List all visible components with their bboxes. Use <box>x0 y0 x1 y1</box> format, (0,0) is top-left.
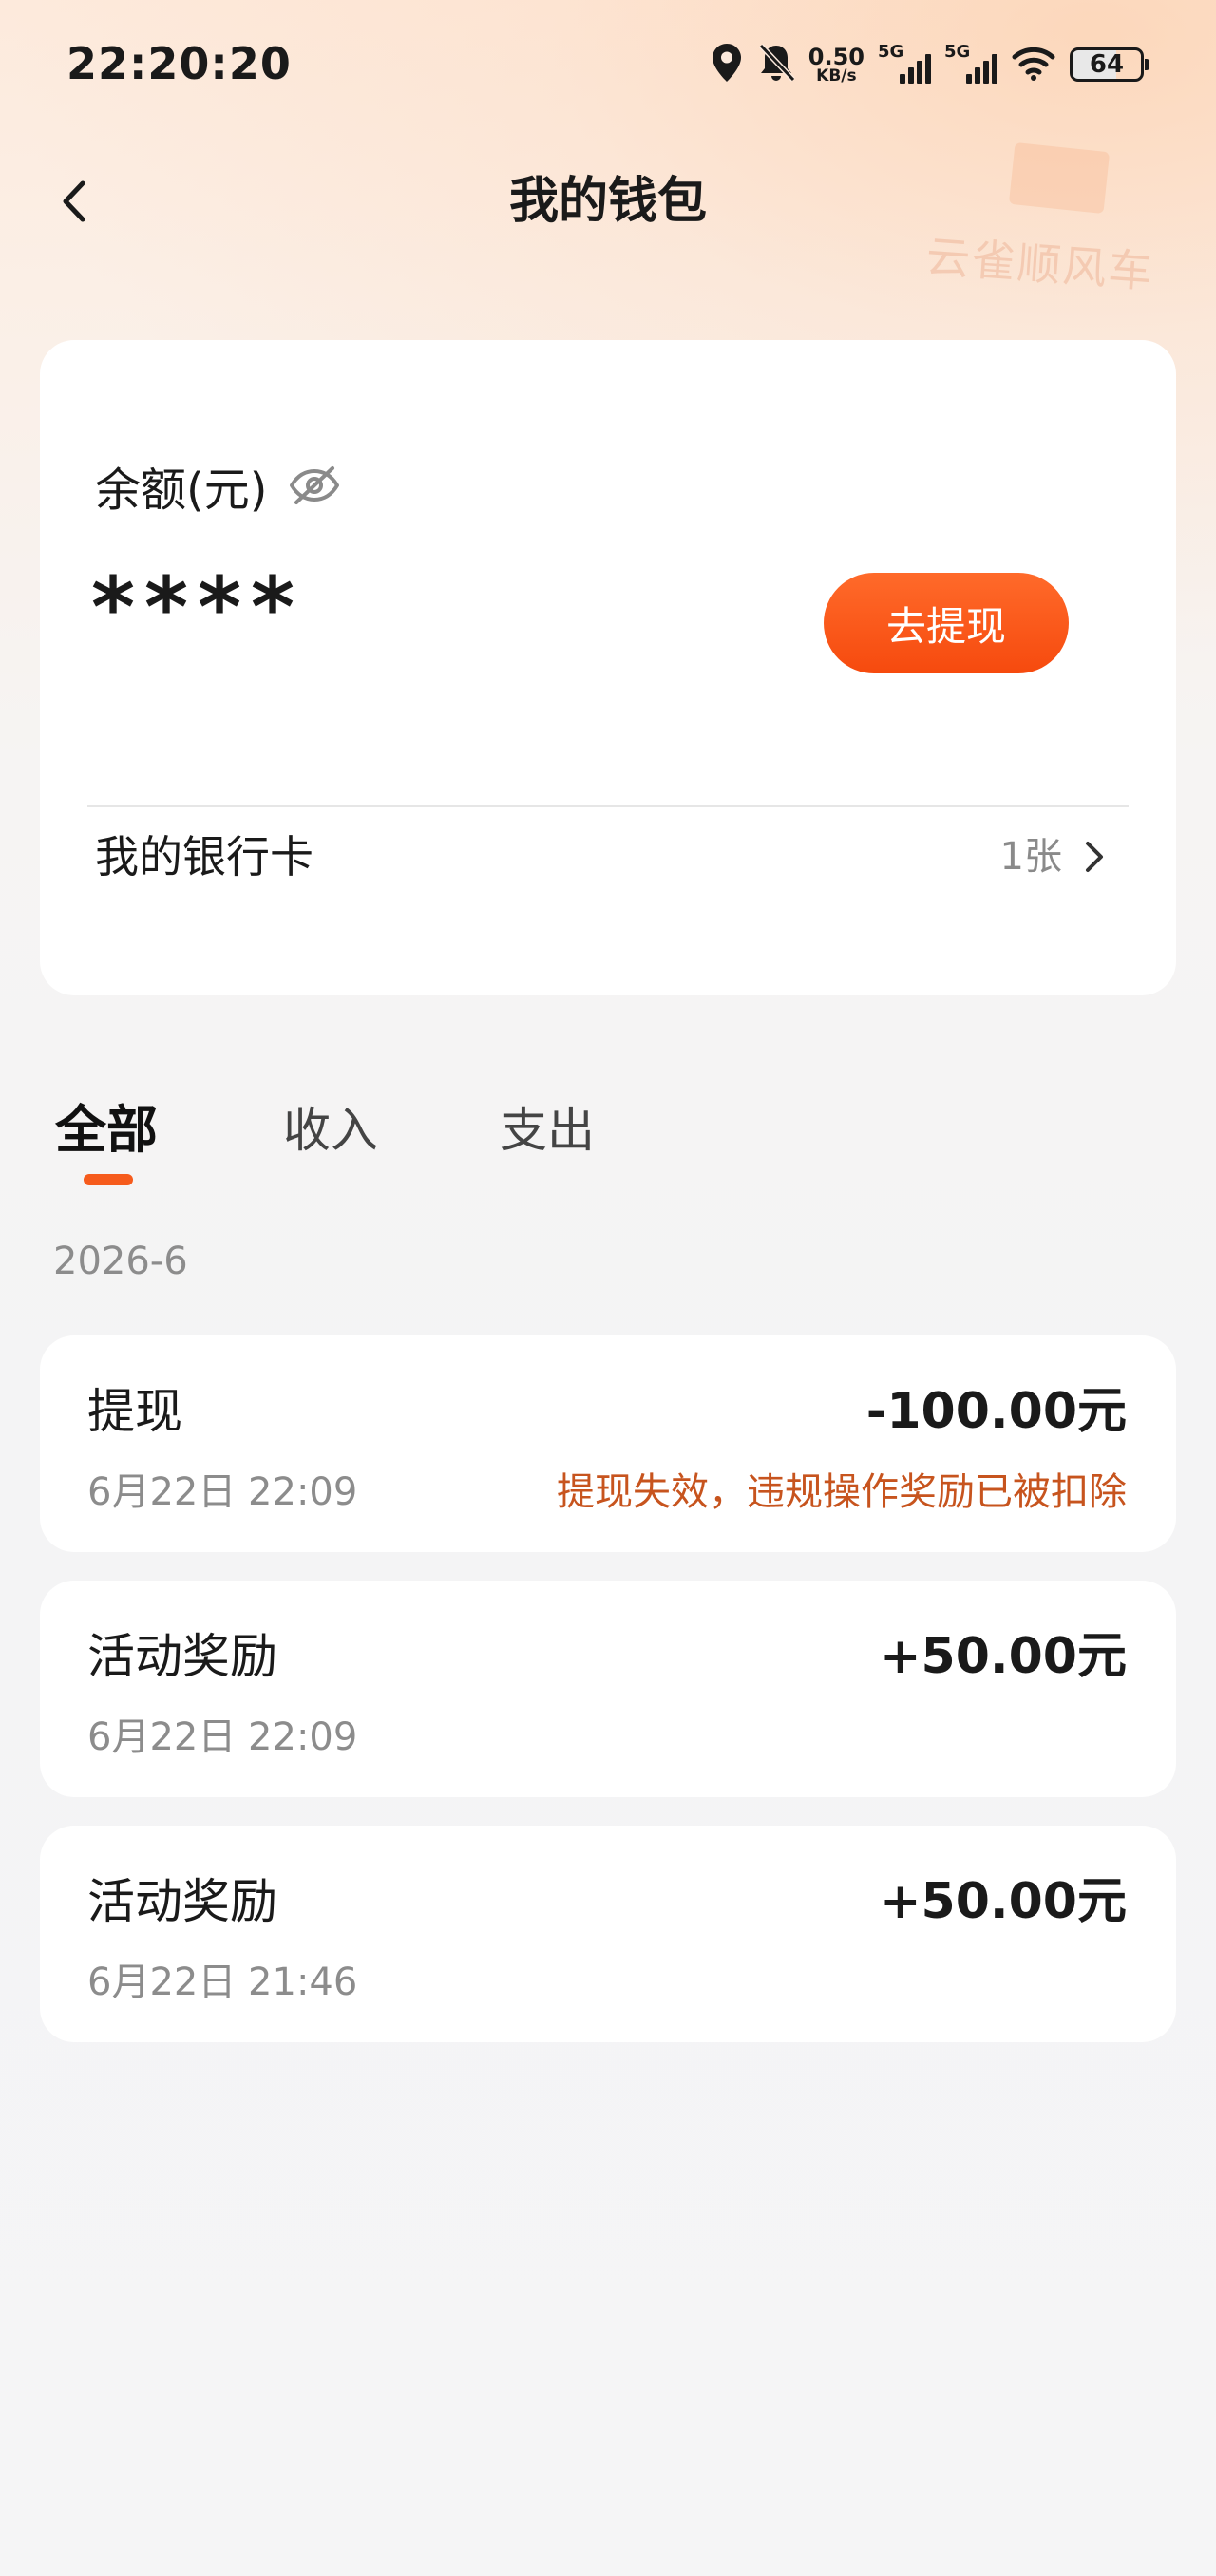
back-button[interactable] <box>49 171 99 232</box>
filter-tabs: 全部 收入 支出 <box>0 1092 1216 1197</box>
transaction-title: 活动奖励 <box>87 1874 277 1929</box>
eye-hidden-icon[interactable] <box>288 459 341 512</box>
bell-muted-icon <box>757 42 795 87</box>
tab-all[interactable]: 全部 <box>55 1092 158 1168</box>
chevron-right-icon <box>1075 836 1113 878</box>
balance-label: 余额(元) <box>95 464 268 517</box>
bank-card-label: 我的银行卡 <box>95 831 314 882</box>
active-tab-indicator <box>84 1174 133 1185</box>
wifi-icon <box>1011 44 1056 85</box>
withdraw-button[interactable]: 去提现 <box>824 573 1069 673</box>
page-title: 我的钱包 <box>508 173 707 230</box>
tab-expense[interactable]: 支出 <box>500 1092 595 1168</box>
battery-icon: 64 <box>1070 47 1150 82</box>
transaction-title: 提现 <box>87 1384 182 1439</box>
status-bar: 22:20:20 0.50 KB/s 5G 5G 64 <box>0 0 1216 133</box>
network-speed-value: 0.50 <box>808 43 864 70</box>
bank-card-count: 1张 <box>999 835 1062 879</box>
bank-card-row[interactable]: 我的银行卡 1张 <box>40 807 1176 995</box>
transaction-amount: +50.00元 <box>879 1873 1127 1930</box>
transaction-title: 活动奖励 <box>87 1629 277 1684</box>
watermark-text: 云雀顺风车 <box>924 230 1156 298</box>
transaction-time: 6月22日 22:09 <box>87 1715 358 1759</box>
back-chevron-icon <box>63 180 86 222</box>
network-speed: 0.50 KB/s <box>808 46 864 85</box>
status-icons: 0.50 KB/s 5G 5G 64 <box>710 38 1150 91</box>
transaction-amount: +50.00元 <box>879 1628 1127 1685</box>
transaction-time: 6月22日 21:46 <box>87 1960 358 2004</box>
location-icon <box>710 42 744 87</box>
month-label: 2026-6 <box>53 1240 188 1283</box>
status-time: 22:20:20 <box>66 38 292 89</box>
transaction-item[interactable]: 提现 -100.00元 6月22日 22:09 提现失效，违规操作奖励已被扣除 <box>40 1335 1176 1552</box>
balance-label-row: 余额(元) <box>95 452 341 519</box>
signal-icon: 5G <box>878 42 931 87</box>
tab-income[interactable]: 收入 <box>283 1092 378 1168</box>
signal-icon: 5G <box>944 42 998 87</box>
network-speed-unit: KB/s <box>816 66 857 85</box>
balance-card: 余额(元) **** 去提现 我的银行卡 1张 <box>40 340 1176 995</box>
transaction-item[interactable]: 活动奖励 +50.00元 6月22日 21:46 <box>40 1826 1176 2042</box>
transaction-amount: -100.00元 <box>865 1383 1127 1440</box>
transaction-note: 提现失效，违规操作奖励已被扣除 <box>557 1470 1127 1514</box>
transaction-time: 6月22日 22:09 <box>87 1470 358 1514</box>
transaction-item[interactable]: 活动奖励 +50.00元 6月22日 22:09 <box>40 1581 1176 1797</box>
balance-amount: **** <box>91 559 305 656</box>
